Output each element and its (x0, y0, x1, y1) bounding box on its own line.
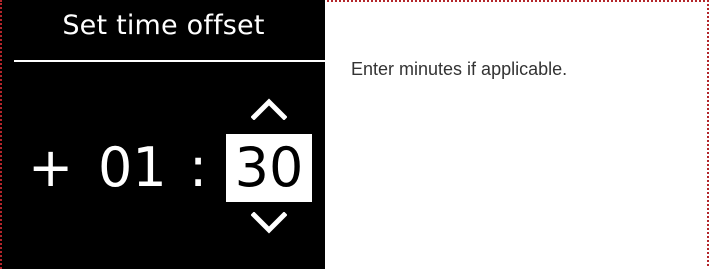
instruction-text: Enter minutes if applicable. (351, 59, 568, 79)
offset-separator: : (189, 136, 208, 199)
chevron-up-icon[interactable] (251, 96, 287, 120)
offset-minutes-field[interactable]: 30 (226, 134, 312, 202)
screen-title: Set time offset (62, 10, 265, 41)
offset-sign: + (28, 136, 74, 199)
offset-hours: 01 (98, 136, 167, 199)
title-divider (14, 60, 325, 62)
chevron-down-icon[interactable] (251, 212, 287, 236)
device-screen: Set time offset + 01 : 30 (0, 0, 325, 269)
time-offset-display: + 01 : 30 (2, 134, 327, 206)
